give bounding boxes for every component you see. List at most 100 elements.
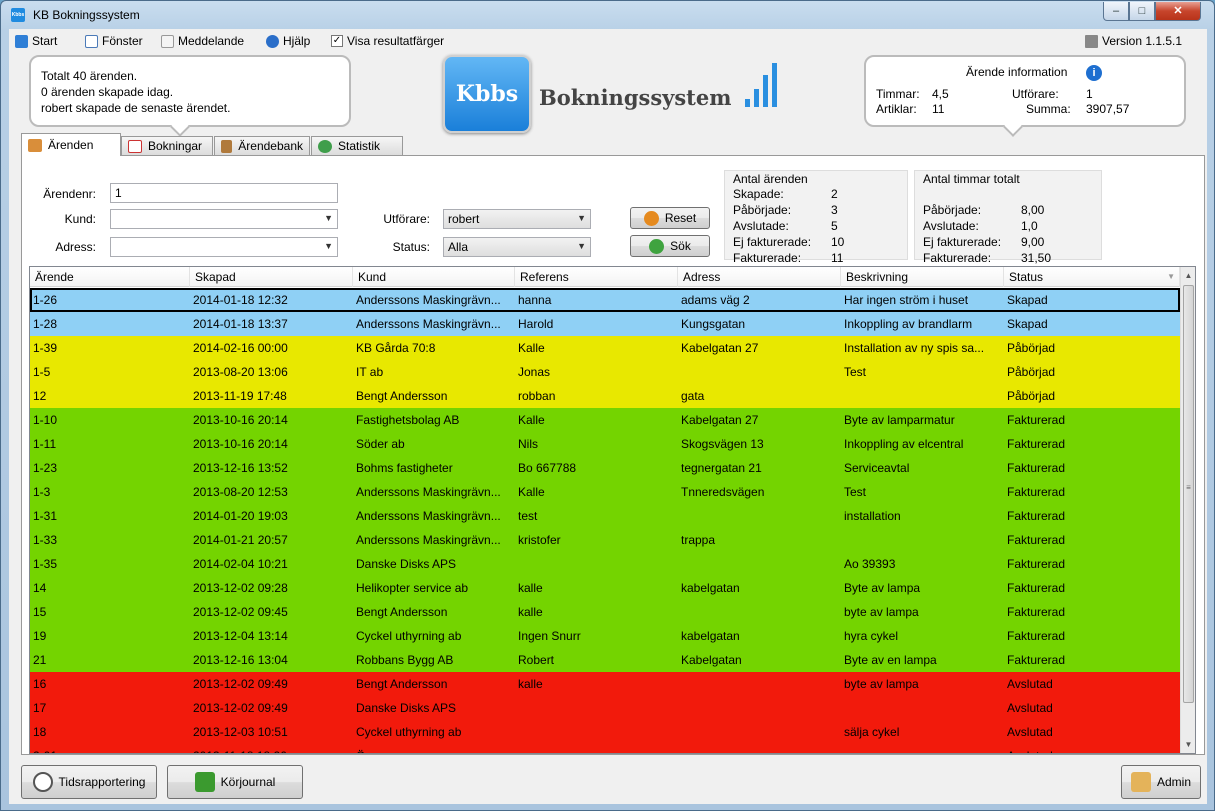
cell-status: Fakturerad: [1007, 653, 1066, 667]
table-row[interactable]: 1-31 2014-01-20 19:03 Anderssons Maskingrä…: [30, 504, 1180, 528]
cell-kund: Söder ab: [356, 437, 405, 451]
cell-beskrivning: [841, 384, 1004, 408]
table-row[interactable]: 21 2013-12-16 13:04 Robbans Bygg AB Robert K…: [30, 648, 1180, 672]
table-row[interactable]: 15 2013-12-02 09:45 Bengt Andersson kalle by…: [30, 600, 1180, 624]
menu-window-label: Fönster: [102, 34, 143, 48]
menu-result-colors[interactable]: ✓ Visa resultatfärger: [331, 34, 444, 48]
table-row[interactable]: 12 2013-11-19 17:48 Bengt Andersson robban g…: [30, 384, 1180, 408]
cell-referens: Kalle: [518, 341, 545, 355]
hours-label: Timmar:: [876, 87, 920, 101]
col-kund[interactable]: Kund: [353, 267, 515, 287]
table-row[interactable]: 19 2013-12-04 13:14 Cyckel uthyrning ab Ing…: [30, 624, 1180, 648]
performer-count-label: Utförare:: [1012, 87, 1059, 101]
col-adress[interactable]: Adress: [678, 267, 841, 287]
cell-adress: Kabelgatan 27: [681, 413, 759, 427]
scroll-down-icon[interactable]: ▼: [1181, 736, 1195, 753]
table-row[interactable]: 1-10 2013-10-16 20:14 Fastighetsbolag AB Ka…: [30, 408, 1180, 432]
table-row[interactable]: 17 2013-12-02 09:49 Danske Disks APS Avslut…: [30, 696, 1180, 720]
cell-adress: Kabelgatan 27: [681, 341, 759, 355]
cell-status: Avslutad: [1007, 725, 1053, 739]
info-bubble: Ärende information i Timmar: 4,5 Artikla…: [864, 55, 1186, 137]
client-area: Start Fönster Meddelande Hjälp ✓ Visa re…: [9, 29, 1207, 804]
summary-bubble-tail: [170, 117, 190, 137]
minimize-button[interactable]: –: [1103, 2, 1129, 21]
tab-bokningar[interactable]: Bokningar: [121, 136, 213, 155]
cell-adress: Tnneredsvägen: [681, 485, 765, 499]
cell-kund: IT ab: [356, 365, 384, 379]
cell-status: Skapad: [1007, 317, 1048, 331]
menu-start[interactable]: Start: [15, 34, 57, 48]
cell-adress: trappa: [681, 533, 716, 547]
reset-button[interactable]: Reset: [630, 207, 710, 229]
col-beskrivning[interactable]: Beskrivning: [841, 267, 1004, 287]
cell-skapad: 2014-02-16 00:00: [193, 341, 288, 355]
table-row[interactable]: 1-39 2014-02-16 00:00 KB Gårda 70:8 Kalle Ka…: [30, 336, 1180, 360]
time-report-label: Tidsrapportering: [58, 775, 146, 789]
maximize-button[interactable]: □: [1129, 2, 1155, 21]
tab-arenden[interactable]: Ärenden: [21, 133, 121, 156]
cell-referens: Harold: [518, 317, 554, 331]
tab-statistik[interactable]: Statistik: [311, 136, 403, 155]
table-row[interactable]: 1-35 2014-02-04 10:21 Danske Disks APS Ao 3…: [30, 552, 1180, 576]
cell-status: Fakturerad: [1007, 509, 1066, 523]
status-combo[interactable]: Alla ▼: [443, 237, 591, 257]
customer-combo[interactable]: ▼: [110, 209, 338, 229]
col-arende[interactable]: Ärende: [30, 267, 190, 287]
cell-skapad: 2013-10-16 20:14: [193, 413, 288, 427]
cell-status: Fakturerad: [1007, 605, 1066, 619]
drive-log-button[interactable]: Körjournal: [167, 765, 303, 799]
menu-help[interactable]: Hjälp: [266, 34, 310, 48]
table-row[interactable]: 2-012013-11-18 18:26Ö...... Avslutad: [30, 744, 1180, 753]
cell-arende: 21: [33, 653, 47, 667]
table-row[interactable]: 16 2013-12-02 09:49 Bengt Andersson kalle by…: [30, 672, 1180, 696]
cell-skapad: 2013-12-16 13:52: [193, 461, 288, 475]
close-button[interactable]: ✕: [1155, 2, 1201, 21]
table-row[interactable]: 1-3 2013-08-20 12:53 Anderssons Maskingräv…: [30, 480, 1180, 504]
admin-button[interactable]: Admin: [1121, 765, 1201, 799]
cell-referens: Ingen Snurr: [518, 629, 581, 643]
scroll-thumb[interactable]: ≡: [1183, 285, 1194, 703]
cell-beskrivning: [841, 528, 1004, 552]
cell-kund: Bengt Andersson: [356, 389, 448, 403]
cell-status: Fakturerad: [1007, 629, 1066, 643]
performer-combo[interactable]: robert ▼: [443, 209, 591, 229]
start-icon: [15, 34, 28, 48]
cell-arende: 19: [33, 629, 47, 643]
info-title: Ärende information: [966, 65, 1068, 79]
info-icon[interactable]: i: [1086, 65, 1102, 81]
closed-label: Avslutade:: [733, 219, 789, 233]
table-row[interactable]: 1-33 2014-01-21 20:57 Anderssons Maskingrä…: [30, 528, 1180, 552]
menu-message[interactable]: Meddelande: [161, 34, 244, 48]
address-combo[interactable]: ▼: [110, 237, 338, 257]
tab-arendebank[interactable]: Ärendebank: [214, 136, 310, 155]
result-colors-checkbox[interactable]: ✓: [331, 35, 343, 47]
col-status[interactable]: Status ▼: [1004, 267, 1180, 287]
menu-window[interactable]: Fönster: [85, 34, 143, 48]
cell-skapad: 2014-01-20 19:03: [193, 509, 288, 523]
cell-status: Avslutad: [1004, 744, 1180, 753]
table-row[interactable]: 1-23 2013-12-16 13:52 Bohms fastigheter Bo …: [30, 456, 1180, 480]
cell-beskrivning: Installation av ny spis sa...: [844, 341, 985, 355]
col-skapad[interactable]: Skapad: [190, 267, 353, 287]
cell-arende: 12: [33, 389, 47, 403]
cases-grid[interactable]: Ärende Skapad Kund Referens Adress Beskr…: [29, 266, 1196, 754]
scroll-up-icon[interactable]: ▲: [1181, 267, 1195, 284]
col-referens[interactable]: Referens: [515, 267, 678, 287]
cell-kund: Ö...: [353, 744, 515, 753]
vertical-scrollbar[interactable]: ▲ ≡ ▼: [1180, 267, 1195, 753]
table-row[interactable]: 1-5 2013-08-20 13:06 IT ab Jonas Test Påbörja…: [30, 360, 1180, 384]
table-row[interactable]: 14 2013-12-02 09:28 Helikopter service ab k…: [30, 576, 1180, 600]
title-bar[interactable]: Kbbs KB Bokningssystem – □ ✕: [1, 1, 1214, 29]
table-row[interactable]: 1-26 2014-01-18 12:32 Anderssons Maskingrä…: [30, 288, 1180, 312]
cell-kund: Anderssons Maskingrävn...: [356, 293, 501, 307]
table-row[interactable]: 1-11 2013-10-16 20:14 Söder ab Nils Skogsväg…: [30, 432, 1180, 456]
search-button[interactable]: Sök: [630, 235, 710, 257]
cell-skapad: 2013-12-02 09:49: [193, 677, 288, 691]
table-row[interactable]: 18 2013-12-03 10:51 Cyckel uthyrning ab säl…: [30, 720, 1180, 744]
case-nr-input[interactable]: 1: [110, 183, 338, 203]
table-row[interactable]: 1-28 2014-01-18 13:37 Anderssons Maskingrä…: [30, 312, 1180, 336]
time-report-button[interactable]: Tidsrapportering: [21, 765, 157, 799]
reset-label: Reset: [664, 211, 697, 225]
status-label: Status:: [392, 240, 430, 254]
cell-kund: Bengt Andersson: [356, 605, 448, 619]
